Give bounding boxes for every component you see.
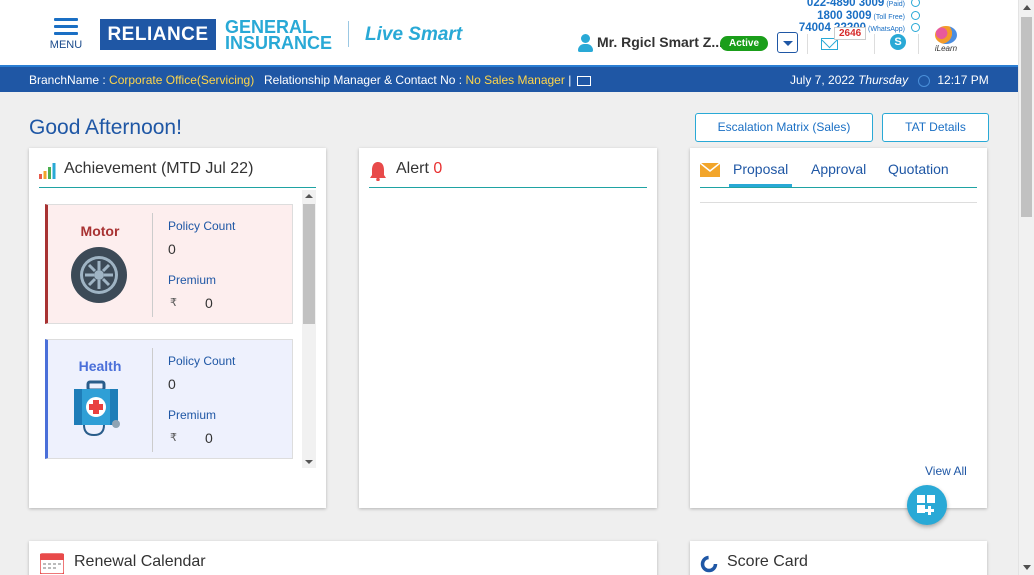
user-name[interactable]: Mr. Rgicl Smart Z... <box>597 34 723 50</box>
ilearn-label: iLearn <box>934 44 958 53</box>
premium-value: 0 <box>205 295 213 311</box>
envelope-icon <box>700 163 720 177</box>
bar-chart-icon <box>39 163 56 179</box>
logo-divider <box>348 21 349 47</box>
contact-number: 022-4890 3009 <box>806 0 885 9</box>
policy-count-value: 0 <box>168 376 176 392</box>
premium-label: Premium <box>168 408 217 422</box>
quick-actions-button[interactable] <box>907 485 947 525</box>
premium-value: 0 <box>205 430 213 446</box>
policy-count-label: Policy Count <box>168 219 236 233</box>
branch-value: Corporate Office(Servicing) <box>109 73 255 87</box>
ilearn-icon[interactable]: iLearn <box>932 26 960 58</box>
tyre-icon <box>71 247 127 303</box>
mail-count-badge: 2646 <box>834 27 867 40</box>
divider <box>152 213 153 317</box>
menu-label: MENU <box>49 39 83 51</box>
achievement-card: Achievement (MTD Jul 22) Motor Policy Co… <box>29 148 326 508</box>
policy-count-label: Policy Count <box>168 354 236 368</box>
divider <box>874 34 875 54</box>
greeting-title: Good Afternoon! <box>29 116 182 139</box>
view-all-link[interactable]: View All <box>925 464 967 478</box>
info-bar: BranchName : Corporate Office(Servicing)… <box>0 65 1018 92</box>
donut-chart-icon <box>700 555 718 573</box>
rm-info: Relationship Manager & Contact No : No S… <box>264 73 591 87</box>
scroll-up-arrow[interactable] <box>305 194 313 198</box>
user-icon <box>577 34 593 52</box>
alert-count: 0 <box>433 160 443 177</box>
tab-quotation[interactable]: Quotation <box>888 161 949 177</box>
scroll-up-arrow[interactable] <box>1023 5 1031 10</box>
branch-info: BranchName : Corporate Office(Servicing) <box>29 73 254 87</box>
hamburger-icon <box>48 18 84 35</box>
product-name: Health <box>78 358 122 374</box>
phone-icon <box>911 0 920 8</box>
score-card: Score Card <box>690 541 987 575</box>
contact-tollfree: 1800 3009 (Toll Free) <box>799 10 920 23</box>
achievement-title: Achievement (MTD Jul 22) <box>64 160 254 177</box>
clock-icon <box>918 74 930 87</box>
calendar-icon <box>40 553 64 574</box>
date-info: July 7, 2022 Thursday <box>790 73 908 87</box>
achievement-scrollbar[interactable] <box>302 190 316 468</box>
rm-label: Relationship Manager & Contact No : <box>264 73 463 87</box>
live-smart-tagline: Live Smart <box>365 24 463 45</box>
branch-label: BranchName : <box>29 73 106 87</box>
proposal-card: Proposal Approval Quotation View All <box>690 148 987 508</box>
scroll-thumb[interactable] <box>1021 17 1032 217</box>
divider <box>807 34 808 54</box>
phone-icon <box>911 10 920 20</box>
general-insurance-logo: GENERAL INSURANCE <box>225 18 333 53</box>
renewal-calendar-card: Renewal Calendar <box>29 541 657 575</box>
premium-label: Premium <box>168 273 217 287</box>
product-name: Motor <box>80 223 120 239</box>
time-text: 12:17 PM <box>937 73 989 87</box>
title-underline <box>369 187 647 188</box>
time-info: 12:17 PM <box>918 73 989 87</box>
page-scrollbar[interactable] <box>1018 0 1034 575</box>
status-badge: Active <box>720 36 769 51</box>
reliance-logo[interactable]: RELIANCE <box>100 19 216 50</box>
menu-button[interactable]: MENU <box>48 18 84 51</box>
score-card-title: Score Card <box>727 553 808 570</box>
contact-tag: (Toll Free) <box>873 13 905 21</box>
tab-approval[interactable]: Approval <box>811 161 866 177</box>
rm-separator: | <box>568 73 572 87</box>
top-header: MENU RELIANCE GENERAL INSURANCE Live Sma… <box>0 0 1018 65</box>
contact-tag: (WhatsApp) <box>868 26 905 33</box>
user-dropdown-button[interactable] <box>777 32 798 53</box>
day-text: Thursday <box>858 73 909 87</box>
envelope-icon[interactable] <box>576 75 591 86</box>
rupee-icon: ₹ <box>170 432 177 444</box>
policy-count-value: 0 <box>168 241 176 257</box>
contact-number: 1800 3009 <box>817 9 872 22</box>
content-divider <box>700 202 977 203</box>
rm-value: No Sales Manager <box>465 73 565 87</box>
alert-title: Alert 0 <box>396 160 442 178</box>
medical-kit-icon <box>74 380 120 436</box>
product-card-motor[interactable]: Motor Policy Count 0 Premium ₹ 0 <box>45 204 293 324</box>
alert-card: Alert 0 <box>359 148 657 508</box>
scroll-thumb[interactable] <box>303 204 315 324</box>
rupee-icon: ₹ <box>170 297 177 309</box>
divider <box>918 34 919 54</box>
achievement-list: Motor Policy Count 0 Premium ₹ 0 Health … <box>43 188 317 468</box>
whatsapp-icon <box>911 23 920 33</box>
contact-tag: (Paid) <box>886 1 905 8</box>
bell-icon <box>370 162 386 181</box>
logo-insurance-text: INSURANCE <box>225 33 333 53</box>
scroll-down-arrow[interactable] <box>305 460 313 464</box>
tab-proposal[interactable]: Proposal <box>733 161 788 177</box>
alert-label: Alert <box>396 160 429 177</box>
product-card-health[interactable]: Health Policy Count 0 Premium ₹ 0 <box>45 339 293 459</box>
date-text: July 7, 2022 <box>790 73 855 87</box>
skype-icon[interactable]: S <box>890 34 906 50</box>
scroll-down-arrow[interactable] <box>1023 565 1031 570</box>
renewal-calendar-title: Renewal Calendar <box>74 553 206 570</box>
escalation-matrix-button[interactable]: Escalation Matrix (Sales) <box>695 113 873 142</box>
divider <box>152 348 153 452</box>
contact-paid: 022-4890 3009 (Paid) <box>799 0 920 10</box>
tat-details-button[interactable]: TAT Details <box>882 113 989 142</box>
title-underline <box>700 187 977 188</box>
